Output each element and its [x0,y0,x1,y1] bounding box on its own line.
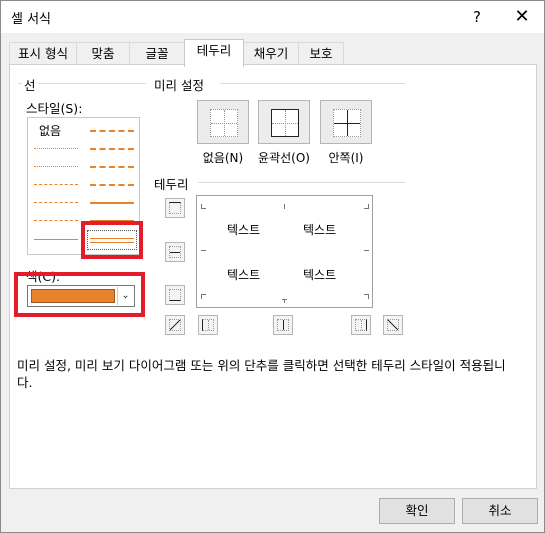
help-button[interactable]: ? [457,4,497,30]
preset-none-icon [210,109,238,137]
border-group-label: 테두리 [152,174,191,193]
info-text: 미리 설정, 미리 보기 다이어그램 또는 위의 단추를 클릭하면 선택한 테두… [17,358,506,390]
tab-alignment[interactable]: 맞춤 [76,42,130,65]
style-medium-dashed[interactable] [90,184,134,186]
presets-group-label: 미리 설정 [152,75,206,94]
border-horizontal-icon [169,246,181,258]
border-vertical-icon [277,319,289,331]
preset-outline-label: 윤곽선(O) [258,151,310,165]
border-right-icon [355,319,367,331]
preview-text-bottom-right: 텍스트 [303,268,337,282]
border-diagonal-up-button[interactable] [165,315,185,335]
preset-inside-icon [333,109,361,137]
ok-button[interactable]: 확인 [379,498,455,524]
tab-border[interactable]: 테두리 [184,39,244,67]
highlight-color-box [14,272,145,317]
title-bar: 셀 서식 ? ✕ [1,1,544,33]
tab-fill[interactable]: 채우기 [243,42,299,65]
style-label: 스타일(S): [26,101,83,116]
cancel-button[interactable]: 취소 [462,498,538,524]
preset-none-label: 없음(N) [202,151,244,165]
preset-inside-label: 안쪽(I) [328,151,364,165]
preview-text-top-left: 텍스트 [227,223,261,237]
style-medium-dash-dot-dot[interactable] [90,130,134,132]
border-top-button[interactable] [165,198,185,218]
border-vertical-button[interactable] [273,315,293,335]
border-diagonal-down-button[interactable] [383,315,403,335]
border-horizontal-button[interactable] [165,242,185,262]
style-dotted[interactable] [34,166,78,167]
highlight-style-box [81,221,143,259]
style-slant-dash-dot[interactable] [90,148,134,150]
style-thin[interactable] [34,239,78,240]
style-hair[interactable] [34,148,78,149]
border-bottom-icon [169,289,181,301]
border-left-icon [202,319,214,331]
border-bottom-button[interactable] [165,285,185,305]
style-none[interactable]: 없음 [39,122,61,139]
preset-outline-button[interactable] [258,100,310,144]
diagonal-down-icon [387,319,399,331]
tab-font[interactable]: 글꼴 [129,42,185,65]
preset-inside-button[interactable] [320,100,372,144]
border-divider [198,182,405,183]
line-group-label: 선 [22,75,38,94]
style-dashed[interactable] [34,220,78,221]
border-right-button[interactable] [351,315,371,335]
preset-outline-icon [271,109,299,137]
tab-protection[interactable]: 보호 [298,42,344,65]
border-left-button[interactable] [198,315,218,335]
style-dash-dot-dot[interactable] [34,184,78,185]
border-preview[interactable]: 텍스트 텍스트 텍스트 텍스트 [196,195,373,308]
dialog-title: 셀 서식 [11,12,52,27]
presets-divider [220,83,405,84]
format-cells-dialog: 셀 서식 ? ✕ 표시 형식 맞춤 글꼴 테두리 채우기 보호 선 스타일(S)… [0,0,545,533]
tab-number[interactable]: 표시 형식 [9,42,77,65]
preview-text-top-right: 텍스트 [303,223,337,237]
border-top-icon [169,202,181,214]
preset-none-button[interactable] [197,100,249,144]
style-dash-dot[interactable] [34,202,78,203]
style-medium[interactable] [90,202,134,204]
diagonal-up-icon [169,319,181,331]
style-medium-dash-dot[interactable] [90,166,134,168]
close-button[interactable]: ✕ [501,4,543,30]
preview-text-bottom-left: 텍스트 [227,268,261,282]
